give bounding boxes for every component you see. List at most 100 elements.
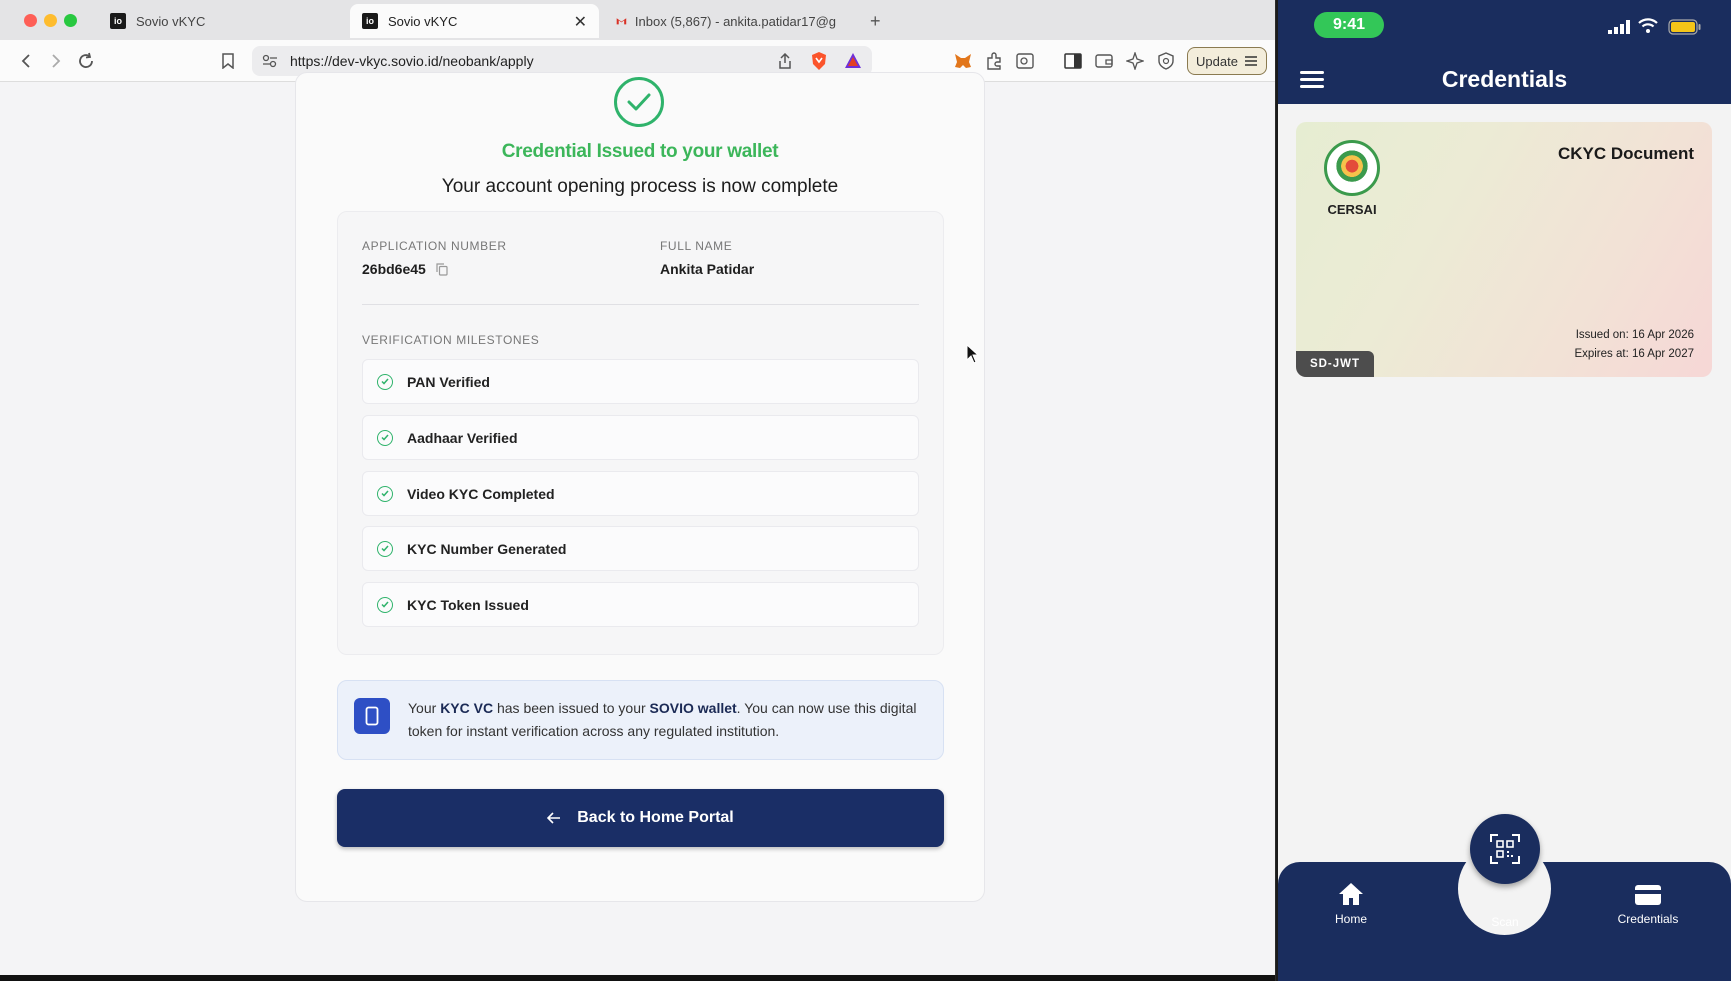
- milestone-label: Video KYC Completed: [407, 485, 555, 502]
- credential-card[interactable]: CERSAI CKYC Document Issued on: 16 Apr 2…: [1296, 122, 1712, 377]
- site-settings-icon[interactable]: [262, 54, 278, 68]
- notice-text-part: has been issued to your: [493, 700, 650, 716]
- format-badge: SD-JWT: [1296, 351, 1374, 377]
- phone-screen: 9:41 Credentials CERSAI CKYC Document Is…: [1278, 0, 1731, 981]
- back-button-label: Back to Home Portal: [577, 809, 734, 826]
- update-label: Update: [1196, 53, 1238, 69]
- application-number-label: APPLICATION NUMBER: [362, 239, 507, 253]
- milestone-item: Video KYC Completed: [362, 471, 919, 516]
- notice-text: Your KYC VC has been issued to your SOVI…: [408, 697, 928, 743]
- phone-header: 9:41 Credentials: [1278, 0, 1731, 104]
- qr-scan-icon: [1490, 834, 1520, 864]
- tab-strip: io Sovio vKYC io Sovio vKYC ✕ Inbox (5,8…: [0, 0, 1275, 40]
- wifi-icon: [1638, 18, 1658, 33]
- signal-icon: [1608, 20, 1630, 34]
- credentials-card-icon: [1635, 885, 1661, 905]
- notice-text-bold: SOVIO wallet: [649, 700, 737, 716]
- check-circle-icon: [377, 373, 393, 390]
- tab-sovio-1[interactable]: io Sovio vKYC: [98, 4, 338, 38]
- divider: [362, 304, 919, 305]
- milestone-item: PAN Verified: [362, 359, 919, 404]
- tab-gmail[interactable]: Inbox (5,867) - ankita.patidar17@g: [604, 4, 848, 38]
- brave-rewards-icon[interactable]: [844, 52, 862, 70]
- extensions-icon[interactable]: [982, 49, 1006, 73]
- application-details-panel: APPLICATION NUMBER 26bd6e45 FULL NAME An…: [337, 211, 944, 655]
- leo-ai-icon[interactable]: [1123, 49, 1147, 73]
- milestone-item: Aadhaar Verified: [362, 415, 919, 460]
- nav-home[interactable]: Home: [1306, 878, 1396, 926]
- copy-icon[interactable]: [436, 262, 448, 276]
- milestone-label: KYC Token Issued: [407, 596, 529, 613]
- issued-on: Issued on: 16 Apr 2026: [1575, 329, 1694, 341]
- success-card: Credential Issued to your wallet Your ac…: [295, 72, 985, 902]
- update-button[interactable]: Update: [1187, 47, 1267, 75]
- milestone-item: KYC Number Generated: [362, 526, 919, 571]
- application-number-value: 26bd6e45: [362, 261, 426, 277]
- milestones-label: VERIFICATION MILESTONES: [362, 333, 540, 347]
- tab-sovio-2[interactable]: io Sovio vKYC ✕: [350, 4, 599, 38]
- wallet-icon[interactable]: [1092, 49, 1116, 73]
- milestone-label: KYC Number Generated: [407, 540, 567, 557]
- gmail-icon: [616, 18, 627, 25]
- wallet-notice: Your KYC VC has been issued to your SOVI…: [337, 680, 944, 760]
- home-icon: [1339, 883, 1363, 905]
- complete-text: Your account opening process is now comp…: [441, 176, 839, 197]
- full-name-value: Ankita Patidar: [660, 261, 755, 277]
- mouse-cursor-icon: [966, 344, 980, 364]
- check-circle-icon: [377, 540, 393, 557]
- nav-credentials-label: Credentials: [1617, 912, 1679, 926]
- browser-window: io Sovio vKYC io Sovio vKYC ✕ Inbox (5,8…: [0, 0, 1276, 981]
- url-text: https://dev-vkyc.sovio.id/neobank/apply: [290, 53, 534, 69]
- nav-home-label: Home: [1334, 912, 1367, 926]
- document-title: CKYC Document: [1557, 144, 1694, 163]
- check-circle-icon: [377, 596, 393, 613]
- sovio-favicon-icon: io: [110, 13, 126, 29]
- milestone-label: Aadhaar Verified: [407, 429, 518, 446]
- full-name-label: FULL NAME: [660, 239, 733, 253]
- back-icon[interactable]: [14, 49, 38, 73]
- forward-icon[interactable]: [44, 49, 68, 73]
- status-time: 9:41: [1314, 12, 1384, 38]
- battery-icon: [1668, 19, 1701, 35]
- notice-text-bold: KYC VC: [440, 700, 494, 716]
- issuer-name: CERSAI: [1327, 202, 1377, 217]
- reader-icon[interactable]: [1013, 49, 1037, 73]
- scan-button[interactable]: [1470, 814, 1540, 884]
- success-check-icon: [614, 77, 664, 127]
- close-tab-icon[interactable]: ✕: [574, 12, 587, 32]
- nav-credentials[interactable]: Credentials: [1603, 878, 1693, 926]
- sidebar-icon[interactable]: [1061, 49, 1085, 73]
- check-circle-icon: [377, 429, 393, 446]
- phone-title: Credentials: [1441, 66, 1568, 92]
- arrow-left-icon: [547, 812, 561, 824]
- application-number: 26bd6e45: [362, 261, 448, 277]
- brave-shield-icon[interactable]: [810, 51, 828, 71]
- minimize-window-button[interactable]: [44, 14, 57, 27]
- nav-scan-label: Scan: [1491, 915, 1519, 929]
- close-window-button[interactable]: [24, 14, 37, 27]
- reload-icon[interactable]: [74, 49, 98, 73]
- back-to-home-button[interactable]: Back to Home Portal: [337, 789, 944, 847]
- vpn-icon[interactable]: [1154, 49, 1178, 73]
- metamask-icon[interactable]: [951, 49, 975, 73]
- tab-label: Sovio vKYC: [136, 13, 206, 29]
- phone-icon: [354, 698, 390, 734]
- milestone-label: PAN Verified: [407, 373, 490, 390]
- credential-dates: Issued on: 16 Apr 2026 Expires at: 16 Ap…: [1574, 326, 1694, 364]
- check-circle-icon: [377, 485, 393, 502]
- page-viewport: Credential Issued to your wallet Your ac…: [0, 72, 1275, 981]
- tab-label: Inbox (5,867) - ankita.patidar17@g: [634, 13, 836, 29]
- expires-at: Expires at: 16 Apr 2027: [1574, 348, 1694, 360]
- bookmark-icon[interactable]: [216, 49, 240, 73]
- notice-text-part: Your: [408, 700, 441, 716]
- tab-label: Sovio vKYC: [388, 13, 458, 29]
- share-icon[interactable]: [778, 53, 792, 69]
- issued-title: Credential Issued to your wallet: [501, 141, 779, 162]
- maximize-window-button[interactable]: [64, 14, 77, 27]
- new-tab-button[interactable]: +: [858, 4, 893, 38]
- milestone-item: KYC Token Issued: [362, 582, 919, 627]
- cersai-logo-icon: [1324, 140, 1380, 196]
- window-bottom-edge: [0, 975, 1275, 981]
- menu-icon: [1244, 56, 1257, 66]
- sovio-favicon-icon: io: [362, 13, 378, 29]
